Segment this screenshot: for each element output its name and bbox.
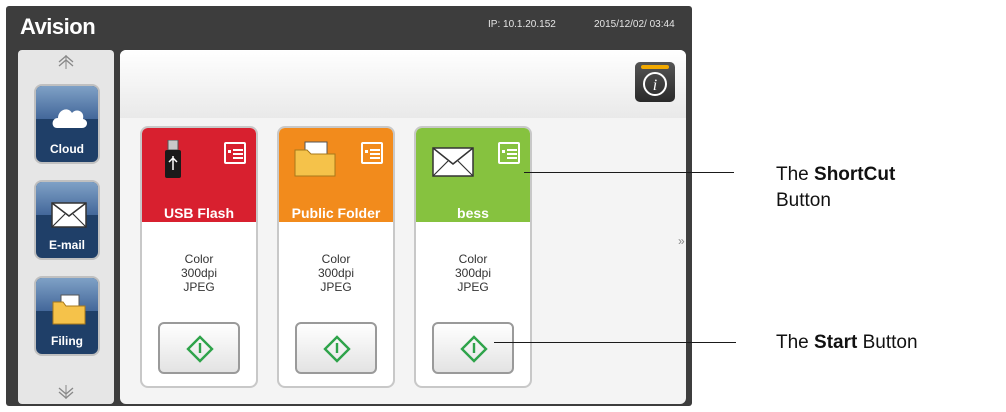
format-setting: JPEG (320, 280, 352, 294)
sidebar-item-email[interactable]: E-mail (34, 180, 100, 260)
envelope-icon (49, 196, 89, 232)
info-button[interactable]: i (635, 62, 675, 102)
resolution-setting: 300dpi (454, 266, 492, 280)
card-title: Public Folder (291, 205, 381, 221)
envelope-icon (430, 140, 476, 180)
format-setting: JPEG (183, 280, 215, 294)
start-button[interactable] (158, 322, 240, 374)
svg-text:i: i (653, 77, 657, 94)
folder-icon (293, 140, 339, 180)
start-callout: The Start Button (776, 332, 918, 353)
shortcut-card-usb-flash[interactable]: USB Flash Color 300dpi JPEG (140, 126, 258, 388)
start-diamond-icon (323, 335, 351, 363)
shortcut-callout-line (524, 172, 734, 173)
shortcut-menu-icon[interactable] (224, 142, 246, 164)
shortcut-callout: The ShortCut Button (776, 164, 896, 211)
color-setting: Color (184, 252, 214, 266)
sidebar: Cloud E-mail Filing (18, 50, 114, 404)
color-setting: Color (458, 252, 488, 266)
sidebar-item-cloud[interactable]: Cloud (34, 84, 100, 164)
brand-logo: Avision (20, 14, 96, 39)
start-button[interactable] (295, 322, 377, 374)
start-diamond-icon (460, 335, 488, 363)
shortcut-menu-icon[interactable] (361, 142, 383, 164)
shortcut-card-public-folder[interactable]: Public Folder Color 300dpi JPEG (277, 126, 395, 388)
scroll-up-icon[interactable] (56, 54, 76, 70)
sidebar-item-label: Cloud (50, 142, 84, 156)
sidebar-item-filing[interactable]: Filing (34, 276, 100, 356)
status-bar: Avision IP: 10.1.20.152 2015/12/02/ 03:4… (6, 6, 692, 44)
date-time: 2015/12/02/ 03:44 (594, 19, 675, 30)
color-setting: Color (321, 252, 351, 266)
next-page-button[interactable]: » (678, 234, 685, 248)
scanner-touch-panel: Avision IP: 10.1.20.152 2015/12/02/ 03:4… (6, 6, 692, 406)
shortcut-panel: i » USB Flash Color 300dpi JPEG Public F… (120, 50, 686, 404)
cloud-icon (49, 100, 89, 136)
card-title: bess (457, 205, 489, 221)
format-setting: JPEG (457, 280, 489, 294)
shortcut-menu-icon[interactable] (498, 142, 520, 164)
start-diamond-icon (186, 335, 214, 363)
shortcut-card-bess[interactable]: bess Color 300dpi JPEG (414, 126, 532, 388)
scroll-down-icon[interactable] (56, 384, 76, 400)
usb-drive-icon (156, 139, 202, 180)
start-callout-line (494, 342, 736, 343)
sidebar-item-label: Filing (51, 334, 83, 348)
folder-icon (49, 292, 89, 328)
sidebar-item-label: E-mail (48, 238, 85, 252)
start-button[interactable] (432, 322, 514, 374)
resolution-setting: 300dpi (317, 266, 355, 280)
ip-address: IP: 10.1.20.152 (488, 19, 556, 30)
resolution-setting: 300dpi (180, 266, 218, 280)
card-title: USB Flash (163, 205, 234, 221)
